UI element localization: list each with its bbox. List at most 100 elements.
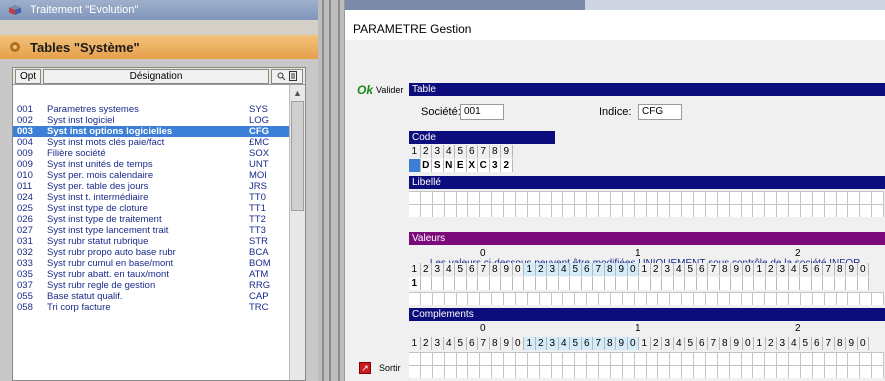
grid-cell[interactable] <box>611 366 623 378</box>
grid-cell[interactable] <box>718 366 730 378</box>
grid-cell[interactable] <box>872 205 884 217</box>
grid-cell[interactable] <box>670 192 683 204</box>
valeurs-cell[interactable] <box>742 277 754 290</box>
grid-cell[interactable] <box>694 353 706 365</box>
grid-cell[interactable] <box>468 366 481 378</box>
grid-cell[interactable] <box>670 353 683 365</box>
grid-cell[interactable] <box>753 192 766 204</box>
grid-cell[interactable] <box>575 366 588 378</box>
grid-cell[interactable] <box>504 293 516 305</box>
grid-cell[interactable] <box>468 353 481 365</box>
grid-cell[interactable] <box>872 192 884 204</box>
grid-cell[interactable] <box>801 205 813 217</box>
column-header-opt[interactable]: Opt <box>15 69 41 84</box>
grid-cell[interactable] <box>753 353 766 365</box>
grid-cell[interactable] <box>825 205 837 217</box>
grid-cell[interactable] <box>528 353 540 365</box>
grid-cell[interactable] <box>635 192 647 204</box>
valeurs-cell[interactable] <box>535 277 547 290</box>
grid-cell[interactable] <box>433 353 445 365</box>
grid-cell[interactable] <box>789 366 801 378</box>
grid-cell[interactable] <box>813 353 825 365</box>
code-char[interactable]: E <box>455 159 467 172</box>
grid-cell[interactable] <box>480 192 493 204</box>
grid-cell[interactable] <box>777 366 789 378</box>
grid-cell[interactable] <box>409 192 421 204</box>
grid-cell[interactable] <box>837 293 849 305</box>
grid-cell[interactable] <box>409 205 421 217</box>
grid-cell[interactable] <box>528 192 540 204</box>
grid-cell[interactable] <box>694 205 706 217</box>
grid-cell[interactable] <box>682 366 694 378</box>
grid-cell[interactable] <box>409 366 421 378</box>
grid-cell[interactable] <box>504 366 516 378</box>
grid-cell[interactable] <box>504 205 516 217</box>
valeurs-cell[interactable] <box>754 277 766 290</box>
grid-cell[interactable] <box>623 293 635 305</box>
grid-cell[interactable] <box>647 293 659 305</box>
valeurs-cell[interactable] <box>673 277 685 290</box>
grid-cell[interactable] <box>765 353 778 365</box>
grid-cell[interactable] <box>563 192 576 204</box>
grid-cell[interactable] <box>611 353 623 365</box>
complements-field-row2[interactable] <box>409 365 884 378</box>
list-item[interactable]: 026 Syst inst type de traitement TT2 <box>13 214 289 225</box>
grid-cell[interactable] <box>540 192 552 204</box>
societe-field[interactable]: 001 <box>460 104 504 120</box>
grid-cell[interactable] <box>777 205 789 217</box>
grid-cell[interactable] <box>575 192 588 204</box>
valeurs-cell[interactable] <box>489 277 501 290</box>
valeurs-cell[interactable] <box>524 277 536 290</box>
list-item[interactable]: 009 Filière société SOX <box>13 148 289 159</box>
code-char[interactable]: S <box>432 159 444 172</box>
valeurs-cell[interactable] <box>547 277 559 290</box>
code-char[interactable]: X <box>466 159 478 172</box>
valeurs-cell[interactable] <box>558 277 570 290</box>
code-char[interactable] <box>409 159 421 172</box>
grid-cell[interactable] <box>599 366 611 378</box>
grid-cell[interactable] <box>504 192 516 204</box>
grid-cell[interactable] <box>860 293 873 305</box>
list-item[interactable]: 058 Tri corp facture TRC <box>13 302 289 313</box>
grid-cell[interactable] <box>647 366 659 378</box>
grid-cell[interactable] <box>457 293 469 305</box>
list-item[interactable]: 024 Syst inst t. intermédiaire TT0 <box>13 192 289 203</box>
grid-cell[interactable] <box>777 192 789 204</box>
grid-cell[interactable] <box>468 293 481 305</box>
grid-cell[interactable] <box>682 205 694 217</box>
valeurs-cell[interactable] <box>604 277 616 290</box>
grid-cell[interactable] <box>445 293 457 305</box>
grid-cell[interactable] <box>445 205 457 217</box>
list-scrollbar[interactable]: ▲ <box>289 85 305 380</box>
valeurs-cell[interactable] <box>432 277 444 290</box>
valeurs-cell[interactable] <box>593 277 605 290</box>
libelle-field-row2[interactable] <box>409 204 884 217</box>
grid-cell[interactable] <box>706 366 718 378</box>
grid-cell[interactable] <box>706 205 718 217</box>
grid-cell[interactable] <box>516 353 528 365</box>
valeurs-field-row2[interactable] <box>409 292 884 305</box>
grid-cell[interactable] <box>516 293 528 305</box>
grid-cell[interactable] <box>409 353 421 365</box>
grid-cell[interactable] <box>765 293 778 305</box>
grid-cell[interactable] <box>848 353 861 365</box>
grid-cell[interactable] <box>623 205 635 217</box>
grid-cell[interactable] <box>860 353 873 365</box>
grid-cell[interactable] <box>765 205 778 217</box>
grid-cell[interactable] <box>706 353 718 365</box>
code-char[interactable]: 3 <box>489 159 501 172</box>
valeurs-cell[interactable] <box>800 277 812 290</box>
grid-cell[interactable] <box>658 205 671 217</box>
grid-cell[interactable] <box>742 353 754 365</box>
grid-cell[interactable] <box>837 353 849 365</box>
grid-cell[interactable] <box>575 205 588 217</box>
grid-cell[interactable] <box>706 293 718 305</box>
grid-cell[interactable] <box>563 353 576 365</box>
grid-cell[interactable] <box>825 192 837 204</box>
grid-cell[interactable] <box>421 192 433 204</box>
grid-cell[interactable] <box>658 293 671 305</box>
grid-cell[interactable] <box>694 293 706 305</box>
valeurs-cell[interactable] <box>685 277 697 290</box>
grid-cell[interactable] <box>516 205 528 217</box>
grid-cell[interactable] <box>433 205 445 217</box>
